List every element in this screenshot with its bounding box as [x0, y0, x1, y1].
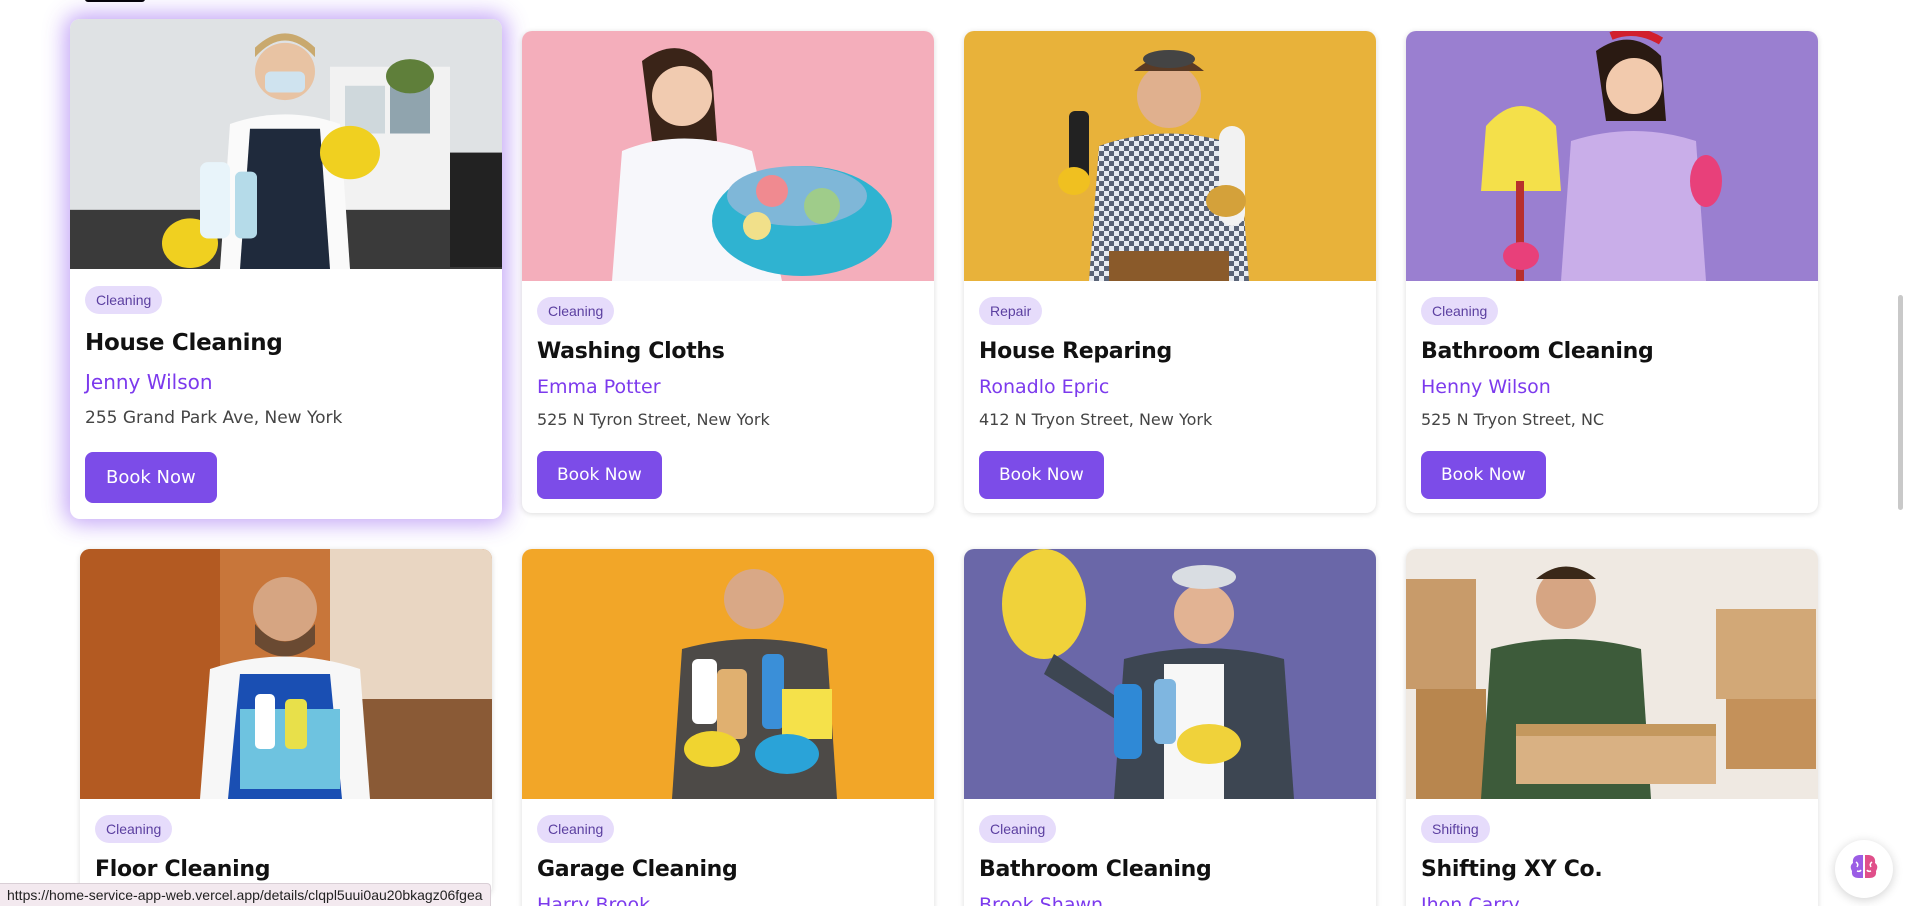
service-title: Shifting XY Co. — [1421, 857, 1603, 882]
category-chip: Cleaning — [537, 297, 615, 325]
cleaner-thumbs-up-photo — [70, 19, 502, 269]
service-address: 525 N Tryon Street, NC — [1421, 410, 1605, 429]
woman-mop-photo — [1406, 31, 1818, 281]
provider-name: Jenny Wilson — [85, 370, 213, 394]
service-title: Floor Cleaning — [95, 857, 271, 882]
brain-icon — [1847, 850, 1881, 888]
service-title: House Cleaning — [85, 330, 283, 356]
category-chip: Repair — [979, 297, 1043, 325]
man-cleaning-supplies-photo — [80, 549, 492, 799]
service-card[interactable]: Cleaning Garage Cleaning Harry Brook — [522, 549, 934, 906]
service-title: House Reparing — [979, 339, 1172, 364]
category-chip: Cleaning — [1421, 297, 1499, 325]
service-card[interactable]: Repair House Reparing Ronadlo Epric 412 … — [964, 31, 1376, 513]
service-card[interactable]: Cleaning Floor Cleaning — [80, 549, 492, 896]
book-now-button[interactable]: Book Now — [979, 451, 1104, 499]
category-chip: Cleaning — [95, 815, 173, 843]
service-card[interactable]: Cleaning House Cleaning Jenny Wilson 255… — [70, 19, 502, 519]
service-card[interactable]: Cleaning Washing Cloths Emma Potter 525 … — [522, 31, 934, 513]
provider-name: Henny Wilson — [1421, 376, 1551, 398]
handyman-drill-photo — [964, 31, 1376, 281]
book-now-button[interactable]: Book Now — [537, 451, 662, 499]
provider-name: Brook Shawn — [979, 894, 1104, 906]
service-title: Garage Cleaning — [537, 857, 738, 882]
assistant-button[interactable] — [1835, 840, 1893, 898]
category-chip: Shifting — [1421, 815, 1490, 843]
man-stop-glove-photo — [964, 549, 1376, 799]
service-title: Bathroom Cleaning — [1421, 339, 1654, 364]
status-bar-url: https://home-service-app-web.vercel.app/… — [0, 883, 491, 906]
category-chip: Cleaning — [979, 815, 1057, 843]
section-heading-fragment — [85, 0, 145, 2]
provider-name: Emma Potter — [537, 376, 661, 398]
service-card[interactable]: Cleaning Bathroom Cleaning Henny Wilson … — [1406, 31, 1818, 513]
category-chip: Cleaning — [85, 286, 163, 314]
service-card[interactable]: Cleaning Bathroom Cleaning Brook Shawn — [964, 549, 1376, 906]
service-address: 525 N Tyron Street, New York — [537, 410, 770, 429]
man-moving-boxes-photo — [1406, 549, 1818, 799]
category-chip: Cleaning — [537, 815, 615, 843]
provider-name: Ronadlo Epric — [979, 376, 1110, 398]
service-address: 255 Grand Park Ave, New York — [85, 408, 343, 428]
man-gloves-sprays-photo — [522, 549, 934, 799]
service-title: Washing Cloths — [537, 339, 725, 364]
service-card[interactable]: Shifting Shifting XY Co. Jhon Carry — [1406, 549, 1818, 906]
service-address: 412 N Tryon Street, New York — [979, 410, 1213, 429]
provider-name: Jhon Carry — [1421, 894, 1520, 906]
book-now-button[interactable]: Book Now — [85, 452, 217, 503]
scrollbar[interactable] — [1898, 295, 1903, 510]
woman-laundry-basket-photo — [522, 31, 934, 281]
service-title: Bathroom Cleaning — [979, 857, 1212, 882]
book-now-button[interactable]: Book Now — [1421, 451, 1546, 499]
provider-name: Harry Brook — [537, 894, 651, 906]
